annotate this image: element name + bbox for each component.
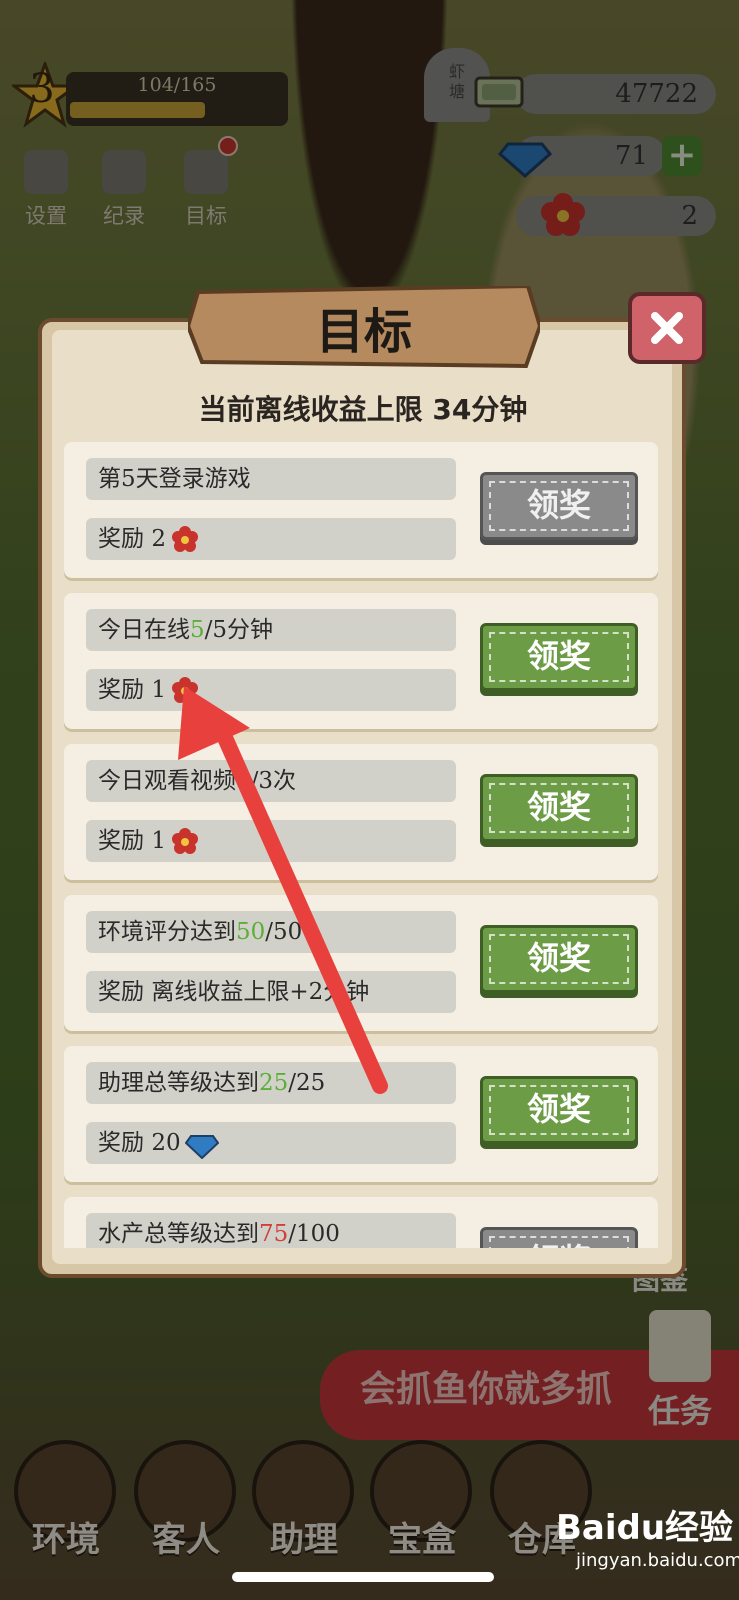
task-reward: 奖励 20 xyxy=(86,1122,456,1164)
claim-reward-label: 领奖 xyxy=(483,928,635,990)
task-target: /3次 xyxy=(250,768,297,794)
modal-title: 目标 xyxy=(315,304,412,360)
claim-reward-button[interactable]: 领奖 xyxy=(480,1227,638,1248)
watermark: Baidu经验 xyxy=(556,1508,734,1548)
task-progress: 3 xyxy=(236,768,251,794)
task-reward: 奖励 1 xyxy=(86,669,456,711)
reward-value: 1 xyxy=(151,677,166,703)
offline-limit-text: 当前离线收益上限 34分钟 xyxy=(198,393,528,426)
task-description: 水产总等级达到75/100 xyxy=(86,1213,456,1248)
task-list[interactable]: 第5天登录游戏 奖励 2 领奖 今日在线5/5分钟 奖励 1 领奖 今日观看视频3/3次 奖励… xyxy=(64,442,664,1248)
task-target: /5分钟 xyxy=(204,617,274,643)
flower-icon xyxy=(170,676,200,706)
close-button[interactable] xyxy=(628,292,706,364)
task-target: /100 xyxy=(288,1221,340,1247)
task-text: 环境评分达到 xyxy=(98,919,236,945)
task-card: 今日观看视频3/3次 奖励 1 领奖 xyxy=(64,744,658,880)
diamond-icon xyxy=(184,1131,219,1160)
task-description: 助理总等级达到25/25 xyxy=(86,1062,456,1104)
watermark-url: jingyan.baidu.com xyxy=(576,1550,739,1571)
task-target: /25 xyxy=(288,1070,326,1096)
claim-reward-label: 领奖 xyxy=(483,1079,635,1141)
claim-reward-button[interactable]: 领奖 xyxy=(480,774,638,842)
task-reward: 奖励 1 xyxy=(86,820,456,862)
task-target: /50 xyxy=(265,919,303,945)
reward-label: 奖励 xyxy=(98,828,152,854)
reward-label: 奖励 xyxy=(98,979,152,1005)
claim-reward-label: 领奖 xyxy=(483,777,635,839)
task-description: 环境评分达到50/50 xyxy=(86,911,456,953)
task-card: 水产总等级达到75/100 领奖 xyxy=(64,1197,658,1248)
task-card: 第5天登录游戏 奖励 2 领奖 xyxy=(64,442,658,578)
task-reward: 奖励 2 xyxy=(86,518,456,560)
task-description: 今日观看视频3/3次 xyxy=(86,760,456,802)
task-text: 今日在线 xyxy=(98,617,190,643)
claim-reward-label: 领奖 xyxy=(483,1230,635,1248)
claim-reward-button[interactable]: 领奖 xyxy=(480,925,638,993)
task-text: 今日观看视频 xyxy=(98,768,236,794)
claim-reward-label: 领奖 xyxy=(483,626,635,688)
claim-reward-button[interactable]: 领奖 xyxy=(480,1076,638,1144)
reward-value: 2 xyxy=(151,526,166,552)
task-progress: 75 xyxy=(259,1221,289,1247)
claim-reward-button[interactable]: 领奖 xyxy=(480,623,638,691)
task-progress: 25 xyxy=(259,1070,289,1096)
claim-reward-label: 领奖 xyxy=(483,475,635,537)
task-description: 第5天登录游戏 xyxy=(86,458,456,500)
task-reward: 奖励 离线收益上限+2分钟 xyxy=(86,971,456,1013)
task-text: 第5天登录游戏 xyxy=(98,466,251,492)
task-card: 环境评分达到50/50 奖励 离线收益上限+2分钟 领奖 xyxy=(64,895,658,1031)
task-progress: 50 xyxy=(236,919,266,945)
home-indicator xyxy=(232,1572,494,1582)
reward-label: 奖励 xyxy=(98,1130,152,1156)
task-progress: 5 xyxy=(190,617,205,643)
reward-value: 1 xyxy=(151,828,166,854)
reward-value: 离线收益上限+2分钟 xyxy=(151,979,370,1005)
task-text: 助理总等级达到 xyxy=(98,1070,259,1096)
flower-icon xyxy=(170,525,200,555)
claim-reward-button[interactable]: 领奖 xyxy=(480,472,638,540)
reward-label: 奖励 xyxy=(98,677,152,703)
task-card: 助理总等级达到25/25 奖励 20 领奖 xyxy=(64,1046,658,1182)
task-text: 水产总等级达到 xyxy=(98,1221,259,1247)
reward-label: 奖励 xyxy=(98,526,152,552)
flower-icon xyxy=(170,827,200,857)
task-card: 今日在线5/5分钟 奖励 1 领奖 xyxy=(64,593,658,729)
task-description: 今日在线5/5分钟 xyxy=(86,609,456,651)
reward-value: 20 xyxy=(151,1130,181,1156)
